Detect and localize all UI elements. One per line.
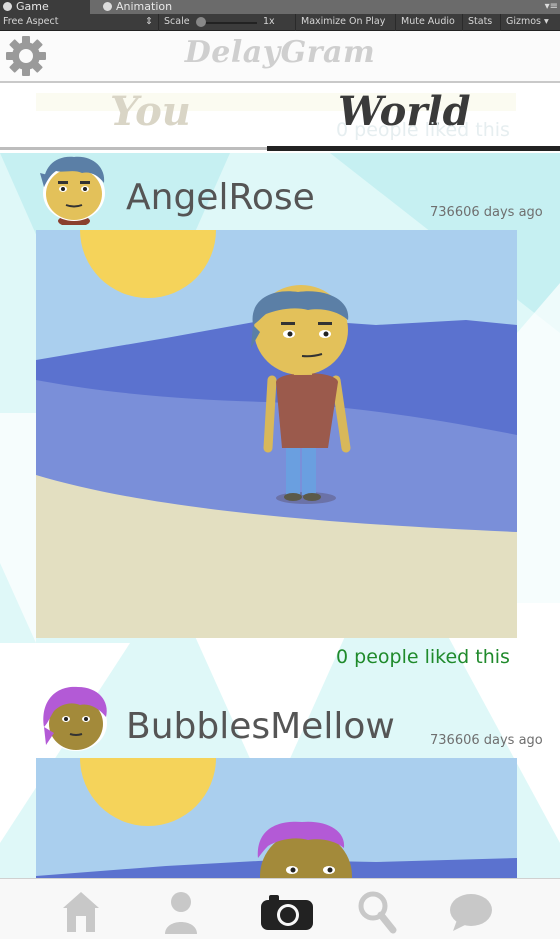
post-timestamp: 736606 days ago	[430, 733, 543, 748]
editor-tab-bar: Game Animation ▾≡	[0, 0, 560, 14]
bottom-nav	[0, 878, 560, 939]
scale-label: Scale	[158, 14, 190, 31]
ghost-likes-text: 0 people liked this	[336, 119, 510, 141]
maximize-on-play-button[interactable]: Maximize On Play	[295, 14, 385, 31]
tab-you-underline	[0, 147, 267, 150]
stats-button[interactable]: Stats	[462, 14, 492, 31]
likes-count[interactable]: 0 people liked this	[336, 646, 510, 668]
home-icon	[63, 892, 99, 932]
tab-animation[interactable]: Animation	[100, 0, 220, 14]
tab-game-label: Game	[16, 0, 49, 13]
tab-you[interactable]: You	[110, 88, 191, 135]
nav-home[interactable]	[56, 887, 106, 937]
nav-chat[interactable]	[446, 887, 496, 937]
gizmos-label: Gizmos	[506, 16, 542, 27]
menu-icon[interactable]: ▾≡	[545, 2, 558, 12]
gizmos-arrow-icon: ▾	[541, 16, 549, 27]
tab-world-underline-active	[267, 146, 560, 151]
nav-camera[interactable]	[258, 887, 316, 937]
scale-value: 1x	[263, 16, 275, 27]
tab-game[interactable]: Game	[0, 0, 90, 14]
game-icon	[3, 2, 12, 11]
search-icon	[358, 891, 397, 934]
app-header: DelayGram	[0, 31, 560, 81]
animation-icon	[103, 2, 112, 11]
chat-icon	[450, 894, 492, 931]
dropdown-arrows-icon: ⇕	[145, 16, 153, 27]
tab-animation-label: Animation	[116, 0, 173, 13]
post-photo[interactable]	[36, 230, 517, 638]
aspect-label: Free Aspect	[3, 16, 59, 27]
app-title: DelayGram	[184, 35, 376, 70]
post-photo[interactable]	[36, 758, 517, 880]
mute-audio-button[interactable]: Mute Audio	[395, 14, 455, 31]
gizmos-button[interactable]: Gizmos ▾	[500, 14, 549, 31]
nav-profile[interactable]	[156, 887, 206, 937]
post-username[interactable]: AngelRose	[126, 177, 315, 218]
scale-slider-track[interactable]	[197, 22, 257, 24]
post-timestamp: 736606 days ago	[430, 205, 543, 220]
scale-slider-thumb[interactable]	[196, 17, 206, 27]
editor-toolbar: Free Aspect ⇕ Scale 1x Maximize On Play …	[0, 14, 560, 31]
post-username[interactable]: BubblesMellow	[126, 706, 395, 747]
nav-search[interactable]	[352, 887, 402, 937]
camera-icon	[261, 895, 313, 930]
avatar[interactable]	[40, 683, 112, 755]
avatar[interactable]	[38, 153, 110, 225]
profile-icon	[165, 892, 197, 934]
aspect-dropdown[interactable]: Free Aspect ⇕	[3, 14, 155, 31]
